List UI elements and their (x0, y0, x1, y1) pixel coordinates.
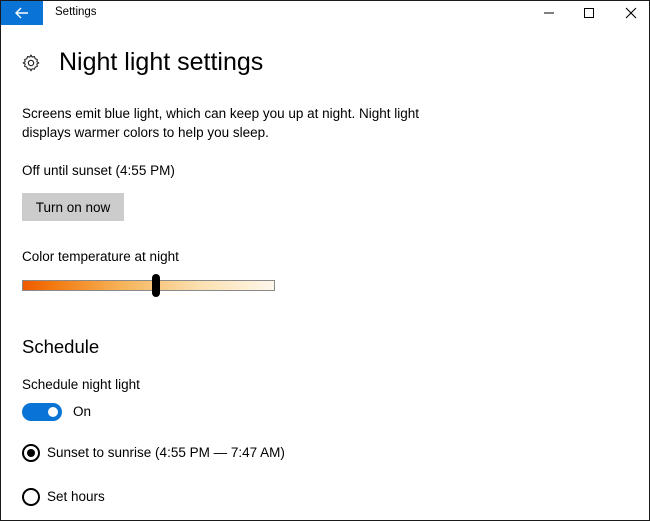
slider-thumb[interactable] (152, 274, 161, 297)
description-text: Screens emit blue light, which can keep … (22, 106, 419, 140)
radio-sunset-to-sunrise[interactable] (22, 444, 40, 462)
schedule-toggle-label: Schedule night light (22, 377, 140, 392)
radio-label-set-hours: Set hours (47, 489, 105, 504)
turn-on-now-button[interactable]: Turn on now (22, 193, 124, 221)
radio-label-sunset-to-sunrise: Sunset to sunrise (4:55 PM — 7:47 AM) (47, 445, 285, 460)
settings-window: Settings Night light settings Screens em… (0, 0, 650, 521)
close-icon (625, 7, 637, 19)
maximize-icon (584, 8, 594, 18)
arrow-left-icon (15, 7, 28, 19)
color-temperature-label: Color temperature at night (22, 249, 179, 264)
minimize-icon (544, 12, 554, 14)
minimize-button[interactable] (527, 1, 571, 25)
title-bar: Settings (1, 1, 649, 25)
close-button[interactable] (609, 1, 649, 25)
night-light-status: Off until sunset (4:55 PM) (22, 163, 175, 178)
back-button[interactable] (1, 1, 43, 25)
page-title: Night light settings (59, 48, 264, 76)
schedule-toggle[interactable] (22, 403, 62, 421)
app-title: Settings (55, 6, 97, 18)
color-temperature-slider[interactable] (22, 280, 275, 291)
toggle-state-label: On (73, 404, 92, 419)
maximize-button[interactable] (567, 1, 611, 25)
gear-icon (22, 54, 40, 72)
toggle-knob (48, 407, 58, 417)
schedule-heading: Schedule (22, 336, 100, 357)
radio-set-hours[interactable] (22, 488, 40, 506)
